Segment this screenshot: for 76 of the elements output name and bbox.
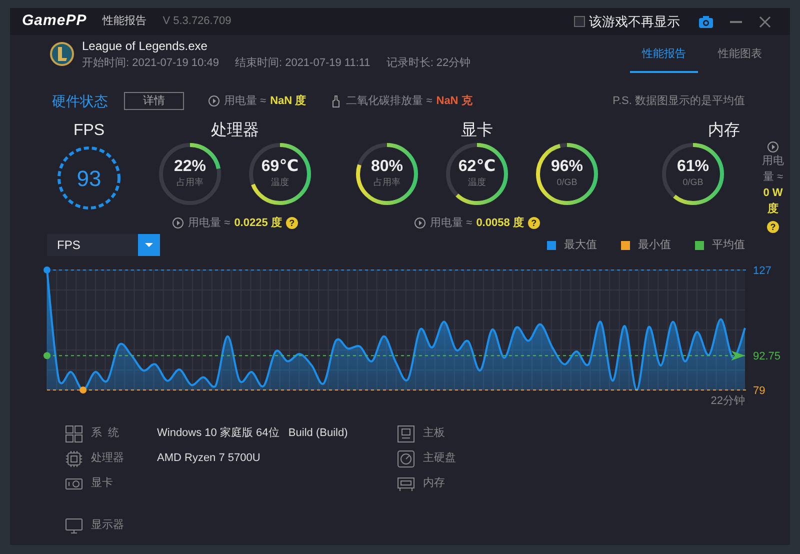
- version-label: V 5.3.726.709: [162, 14, 232, 30]
- section-title: 硬件状态: [52, 92, 108, 110]
- game-logo-icon: [50, 42, 74, 66]
- app-logo: GamePP: [22, 11, 87, 32]
- gauge-value: 69℃: [261, 158, 299, 176]
- power-value: 0.0225 度: [234, 216, 282, 231]
- tick-label: 92.75: [753, 350, 781, 363]
- power-label: 用电量 ≈: [430, 216, 472, 231]
- duration-label: 记录时长: 22分钟: [386, 56, 471, 71]
- windows-icon: [65, 424, 83, 442]
- group-title: 显卡: [461, 121, 493, 141]
- co2-value: NaN 克: [436, 94, 472, 109]
- power-label: 用电量 ≈: [188, 216, 230, 231]
- checkbox-label: 该游戏不再显示: [589, 12, 680, 31]
- info-label: 内存: [423, 476, 446, 492]
- gauge-value: 96%: [550, 158, 584, 176]
- legend-label: 最小值: [638, 238, 671, 253]
- power-label: 用电量 ≈: [224, 94, 266, 109]
- dropdown-icon: [144, 242, 154, 248]
- game-name: League of Legends.exe: [82, 38, 208, 55]
- end-time: 结束时间: 2021-07-19 11:11: [234, 56, 370, 71]
- power-value: NaN 度: [270, 94, 306, 109]
- close-icon: [758, 15, 772, 30]
- power-value: 0 W 度: [762, 186, 784, 217]
- chip-icon: [65, 450, 83, 468]
- note: P.S. 数据图显示的是平均值: [612, 94, 745, 109]
- co2-label: 二氧化碳排放量 ≈: [346, 94, 432, 109]
- gauge-label: 占用率: [176, 176, 204, 190]
- power-value: 0.0058 度: [476, 216, 524, 231]
- info-label: 显卡: [91, 476, 114, 492]
- tick-label: 79: [753, 385, 766, 397]
- info-label: 显示器: [91, 518, 125, 534]
- gauge-title: FPS: [73, 121, 105, 141]
- legend-label: 最大值: [564, 238, 597, 253]
- tick-label: 127: [753, 265, 772, 277]
- gauge-value: 80%: [370, 158, 404, 176]
- gauge-label: 0/GB: [682, 176, 704, 190]
- minimize-icon: [730, 21, 742, 24]
- memory-icon: [397, 474, 415, 492]
- average-marker: [44, 352, 50, 360]
- checkbox[interactable]: [574, 16, 585, 27]
- group-title: 内存: [708, 121, 740, 141]
- gauge-label: 温度: [271, 176, 289, 190]
- gauge-value: 62℃: [458, 158, 496, 176]
- group-title: 处理器: [211, 121, 259, 141]
- legend-label: 平均值: [712, 238, 745, 253]
- tab[interactable]: 性能图表: [706, 36, 774, 73]
- duration-label: 22分钟: [710, 395, 745, 407]
- fps-value: 93: [76, 164, 102, 192]
- gauge-value: 22%: [174, 158, 206, 176]
- gauge-value: 61%: [676, 158, 710, 176]
- info-label: 系 统: [91, 426, 120, 442]
- info-label: 主硬盘: [423, 450, 457, 466]
- help-icon[interactable]: ?: [767, 221, 779, 233]
- fps-ring: [56, 145, 122, 211]
- tab[interactable]: 性能报告: [630, 36, 698, 73]
- max-marker: [44, 266, 50, 274]
- gauge-label: 温度: [468, 176, 486, 190]
- min-marker: [80, 386, 87, 394]
- start-time: 开始时间: 2021-07-19 10:49: [82, 56, 219, 71]
- info-label: 处理器: [91, 451, 125, 466]
- metric-select[interactable]: FPS: [47, 234, 160, 256]
- details-button[interactable]: 详情: [124, 92, 184, 110]
- info-value: AMD Ryzen 7 5700U: [157, 451, 260, 466]
- motherboard-icon: [397, 424, 415, 442]
- power-label: 用电量 ≈: [761, 154, 785, 185]
- info-label: 主板: [423, 426, 446, 442]
- arrow-icon: [731, 350, 745, 361]
- gauge-label: 0/GB: [556, 176, 578, 190]
- help-icon[interactable]: ?: [286, 217, 298, 230]
- info-value: Windows 10 家庭版 64位 Build (Build): [157, 426, 348, 442]
- help-icon[interactable]: ?: [528, 217, 540, 230]
- window-title: 性能报告: [102, 14, 147, 30]
- camera-icon: [698, 14, 714, 30]
- gauge-label: 占用率: [374, 176, 400, 190]
- monitor-icon: [65, 516, 83, 534]
